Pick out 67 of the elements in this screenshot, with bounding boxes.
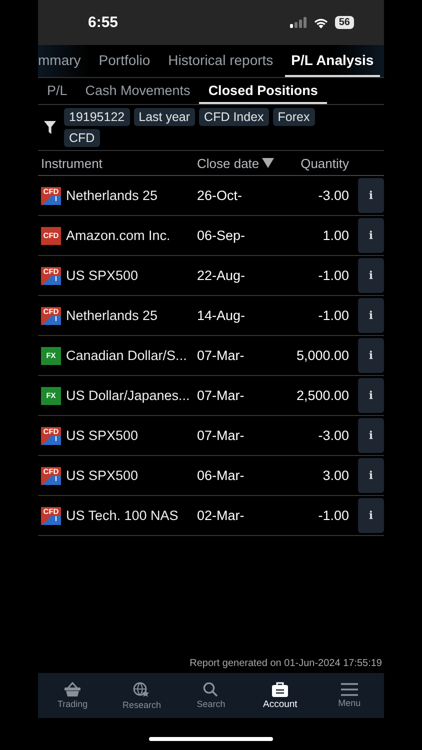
briefcase-icon: [272, 682, 288, 696]
close-date: 07-Mar-: [197, 388, 244, 403]
info-button[interactable]: i: [358, 298, 384, 333]
close-date: 14-Aug-: [197, 308, 246, 323]
info-button[interactable]: i: [358, 218, 384, 253]
tab[interactable]: Historical reports: [162, 45, 280, 77]
instrument-name: US SPX500: [66, 268, 138, 283]
tab[interactable]: P/L: [38, 78, 76, 104]
info-button[interactable]: i: [358, 498, 384, 533]
column-header[interactable]: Quantity: [275, 156, 349, 170]
quantity: -1.00: [318, 268, 349, 283]
instrument-name: Netherlands 25: [66, 188, 158, 203]
search-icon: [203, 682, 218, 697]
close-date: 07-Mar-: [197, 428, 244, 443]
menu-icon: [340, 683, 358, 696]
tab[interactable]: Portfolio: [92, 45, 156, 77]
filter-icon[interactable]: [44, 121, 56, 134]
instrument-name: Amazon.com Inc.: [66, 228, 170, 243]
info-button[interactable]: i: [358, 178, 384, 213]
quantity: -3.00: [318, 428, 349, 443]
nav-item[interactable]: Trading: [42, 681, 103, 710]
filter-chip[interactable]: CFD: [64, 129, 100, 147]
instrument-name: Canadian Dollar/S...: [66, 348, 187, 363]
filter-chip[interactable]: CFD Index: [199, 108, 269, 126]
filter-chip[interactable]: Last year: [134, 108, 196, 126]
quantity: -3.00: [318, 188, 349, 203]
quantity: -1.00: [318, 308, 349, 323]
wifi-icon: [312, 16, 329, 28]
close-date: 06-Sep-: [197, 228, 246, 243]
globe-star-icon: [133, 682, 150, 698]
info-button[interactable]: i: [358, 458, 384, 493]
info-button[interactable]: i: [358, 418, 384, 453]
quantity: 3.00: [322, 468, 349, 483]
info-button[interactable]: i: [358, 338, 384, 373]
instrument-name: Netherlands 25: [66, 308, 158, 323]
quantity: 1.00: [322, 228, 349, 243]
close-date: 22-Aug-: [197, 268, 246, 283]
filter-chip[interactable]: Forex: [272, 108, 315, 126]
filter-chip[interactable]: 19195122: [64, 108, 130, 126]
quantity: 5,000.00: [296, 348, 349, 363]
tab[interactable]: Cash Movements: [76, 78, 200, 104]
instrument-name: US SPX500: [66, 468, 138, 483]
close-date: 26-Oct-: [197, 188, 242, 203]
instrument-name: US Tech. 100 NAS: [66, 508, 178, 523]
close-date: 02-Mar-: [197, 508, 244, 523]
column-header[interactable]: Instrument: [38, 156, 197, 170]
info-button[interactable]: i: [358, 378, 384, 413]
instrument-name: US Dollar/Japanes...: [66, 388, 190, 403]
status-time: 6:55: [88, 14, 118, 31]
tab[interactable]: P/L Analysis: [285, 45, 380, 77]
signal-icon: [290, 17, 307, 28]
close-date: 07-Mar-: [197, 348, 244, 363]
column-header[interactable]: Close date: [197, 156, 275, 170]
instrument-name: US SPX500: [66, 428, 138, 443]
tab[interactable]: mmary: [38, 45, 87, 77]
nav-item[interactable]: Search: [180, 681, 241, 710]
info-button[interactable]: i: [358, 258, 384, 293]
battery-indicator: 56: [334, 16, 354, 29]
basket-icon: [64, 682, 82, 697]
close-date: 06-Mar-: [197, 468, 244, 483]
tab[interactable]: Closed Positions: [199, 78, 327, 104]
report-timestamp: Report generated on 01-Jun-2024 17:55:19: [190, 658, 382, 669]
nav-item[interactable]: Research: [112, 680, 172, 710]
nav-item[interactable]: Menu: [319, 682, 380, 709]
quantity: -1.00: [318, 508, 349, 523]
nav-item[interactable]: Account: [250, 680, 310, 710]
quantity: 2,500.00: [296, 388, 349, 403]
